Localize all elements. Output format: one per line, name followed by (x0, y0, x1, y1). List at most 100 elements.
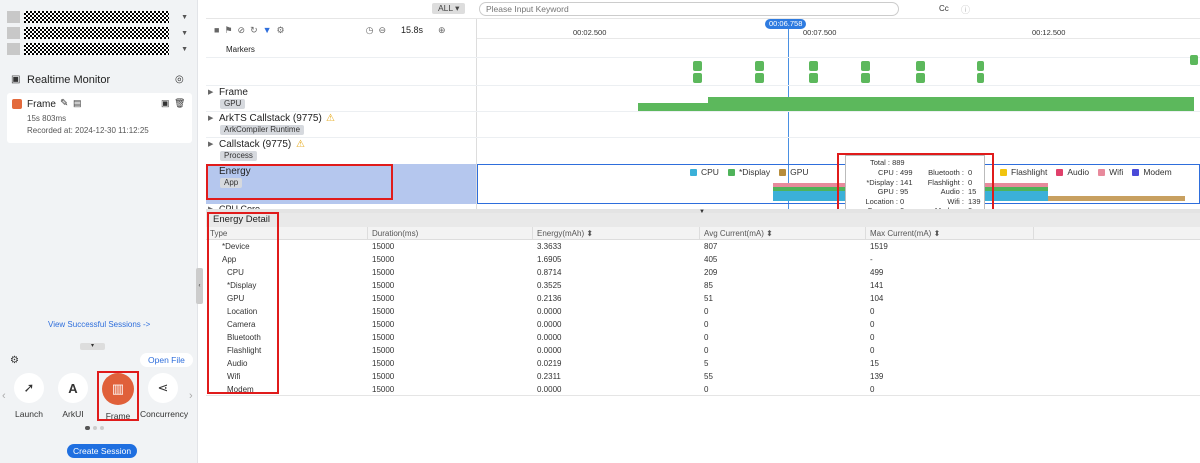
row-cell: 0.8714 (537, 268, 562, 277)
top-toolbar: ALL ▾ Cc ⓘ (206, 0, 1200, 19)
settings-icon[interactable]: ◎ (175, 74, 184, 85)
frame-lane-tag: GPU (220, 99, 246, 109)
legend-item[interactable]: Wifi (1098, 167, 1123, 177)
table-row[interactable]: Flashlight 15000 0.0000 0 0 (206, 344, 1200, 357)
row-cell: 15 (870, 359, 879, 368)
marker-block[interactable] (861, 61, 870, 71)
filter-icon[interactable]: ▼ (263, 25, 272, 35)
marker-block[interactable] (809, 61, 818, 71)
tool-arkui[interactable]: A ArkUI (50, 373, 96, 419)
process-selector[interactable]: ▼ (7, 42, 188, 56)
row-cell: 0 (870, 346, 875, 355)
table-header: Type Duration(ms) Energy(mAh) ⬍ Avg Curr… (206, 227, 1200, 240)
marker-block[interactable] (755, 73, 764, 83)
legend-item[interactable]: GPU (779, 167, 809, 177)
chevron-down-icon: ▼ (181, 13, 188, 21)
energy-legend: CPU *Display GPU (690, 167, 809, 177)
row-cell: 3.3633 (537, 242, 562, 251)
block-icon[interactable]: ⊘ (238, 25, 246, 36)
create-session-button[interactable]: Create Session (67, 444, 138, 458)
marker-block[interactable] (977, 61, 984, 71)
edit-icon[interactable]: ✎ (60, 98, 68, 109)
table-row[interactable]: Bluetooth 15000 0.0000 0 0 (206, 331, 1200, 344)
refresh-icon[interactable]: ↻ (250, 25, 258, 36)
process-name-redacted (24, 43, 169, 55)
square-icon[interactable]: ■ (214, 25, 219, 35)
table-row[interactable]: CPU 15000 0.8714 209 499 (206, 266, 1200, 279)
frame-highlight-box (97, 371, 139, 421)
session-card[interactable]: Frame ✎ ▤ ▣ 🗑 15s 803ms Recorded at: 202… (7, 93, 192, 143)
marker-block[interactable] (693, 61, 702, 71)
row-cell: 15000 (372, 255, 395, 264)
chevron-right-icon[interactable]: › (189, 390, 193, 402)
pager-dot[interactable] (100, 426, 104, 430)
marker-block[interactable] (916, 61, 925, 71)
column-header[interactable]: Avg Current(mA) ⬍ (700, 227, 866, 240)
legend-item[interactable]: *Display (727, 167, 770, 177)
sidebar: ▼ ▼ ▼ ▣ Realtime Monitor ◎ Frame ✎ ▤ ▣ 🗑… (0, 0, 198, 463)
delete-icon[interactable]: 🗑 (174, 98, 185, 109)
table-row[interactable]: *Display 15000 0.3525 85 141 (206, 279, 1200, 292)
save-icon[interactable]: ▣ (161, 98, 170, 109)
row-cell: - (870, 255, 873, 264)
sidebar-toggle[interactable]: ‹ (196, 268, 203, 304)
flag-icon[interactable]: ⚑ (224, 25, 232, 36)
row-cell: 0 (870, 333, 875, 342)
gear-icon[interactable]: ⚙ (10, 355, 19, 366)
table-row[interactable]: App 15000 1.6905 405- (206, 253, 1200, 266)
expand-arrow-icon[interactable]: ▶ (208, 140, 213, 148)
gear-icon[interactable]: ⚙ (277, 25, 285, 36)
marker-block[interactable] (861, 73, 870, 83)
table-row[interactable]: *Device 15000 3.3633 807 1519 (206, 240, 1200, 253)
marker-block[interactable] (977, 73, 984, 83)
table-row[interactable]: Audio 15000 0.0219 5 15 (206, 357, 1200, 370)
open-file-button[interactable]: Open File (140, 353, 193, 367)
tool-concurrency[interactable]: ⋖ Concurrency (140, 373, 188, 419)
view-sessions-link[interactable]: View Successful Sessions -> (48, 320, 150, 329)
pager-dot[interactable] (93, 426, 97, 430)
tool-launch[interactable]: ➚ Launch (6, 373, 52, 419)
info-icon[interactable]: ⓘ (961, 3, 970, 16)
cursor-time-badge[interactable]: 00:06.758 (765, 19, 807, 29)
row-cell: 499 (870, 268, 884, 277)
row-cell: 0 (704, 307, 709, 316)
marker-block[interactable] (693, 73, 702, 83)
warning-icon[interactable]: ⚠ (296, 139, 305, 150)
row-cell: 0 (870, 320, 875, 329)
search-input[interactable] (479, 2, 899, 16)
collapse-handle[interactable]: ▾ (80, 343, 105, 350)
marker-block[interactable] (755, 61, 764, 71)
warning-icon[interactable]: ⚠ (326, 113, 335, 124)
app-selector[interactable]: ▼ (7, 26, 188, 40)
legend-item[interactable]: Modem (1132, 167, 1172, 177)
detail-highlight-box (207, 212, 279, 394)
zoom-in-icon[interactable]: ⊕ (438, 25, 446, 36)
marker-block[interactable] (809, 73, 818, 83)
frame-lane-graph[interactable] (638, 95, 1194, 111)
expand-arrow-icon[interactable]: ▶ (208, 88, 213, 96)
row-cell: 0.0000 (537, 320, 562, 329)
expand-arrow-icon[interactable]: ▶ (208, 114, 213, 122)
marker-block[interactable] (916, 73, 925, 83)
column-header[interactable]: Energy(mAh) ⬍ (533, 227, 700, 240)
column-header[interactable]: Max Current(mA) ⬍ (866, 227, 1034, 240)
info-icon[interactable]: ▤ (73, 98, 82, 109)
table-row[interactable]: Location 15000 0.0000 0 0 (206, 305, 1200, 318)
pager-dot[interactable] (85, 426, 90, 430)
legend-item[interactable]: CPU (690, 167, 719, 177)
table-row[interactable]: Camera 15000 0.0000 0 0 (206, 318, 1200, 331)
case-sensitive-toggle[interactable]: Cc (939, 4, 949, 13)
clock-icon[interactable]: ◷ (366, 25, 374, 36)
column-header[interactable]: Duration(ms) (368, 227, 533, 240)
row-cell: 55 (704, 372, 713, 381)
legend-item[interactable]: Flashlight (1000, 167, 1047, 177)
device-selector[interactable]: ▼ (7, 10, 188, 24)
row-cell: 15000 (372, 281, 395, 290)
session-duration: 15s 803ms (27, 114, 67, 123)
table-row[interactable]: GPU 15000 0.2136 51 104 (206, 292, 1200, 305)
marker-block[interactable] (1190, 55, 1198, 65)
legend-item[interactable]: Audio (1056, 167, 1089, 177)
zoom-out-icon[interactable]: ⊖ (378, 25, 386, 36)
filter-select[interactable]: ALL ▾ (432, 3, 466, 14)
table-row[interactable]: Wifi 15000 0.2311 55 139 (206, 370, 1200, 383)
